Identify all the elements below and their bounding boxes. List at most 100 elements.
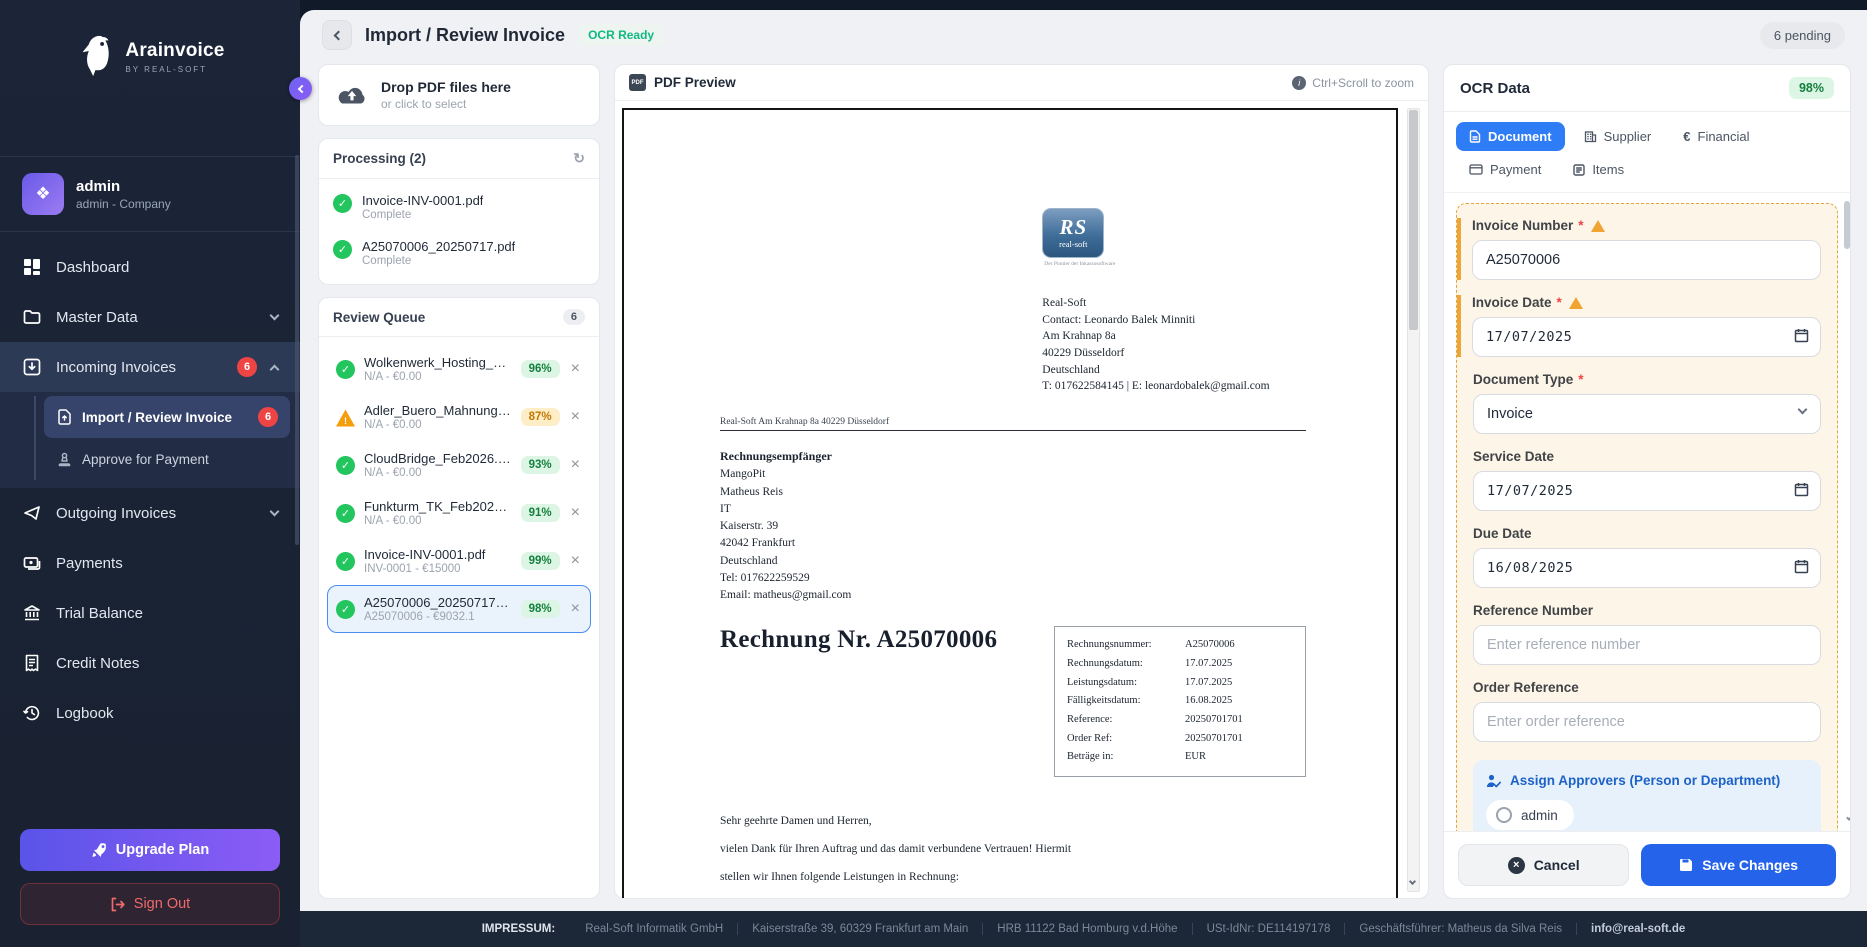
queue-item[interactable]: ✓ Invoice-INV-0001.pdf INV-0001 - €15000… — [327, 537, 591, 585]
refresh-icon[interactable]: ↻ — [573, 150, 585, 167]
file-meta: INV-0001 - €15000 — [364, 563, 512, 575]
processing-item: ✓ A25070006_20250717.pdf Complete — [319, 230, 599, 276]
check-icon: ✓ — [336, 600, 355, 619]
field-label: Invoice Number — [1472, 218, 1573, 233]
queue-item-selected[interactable]: ✓ A25070006_20250717.pdf A25070006 - €90… — [327, 585, 591, 633]
file-name: Adler_Buero_Mahnung.pdf — [364, 403, 512, 418]
credit-card-icon — [1469, 164, 1483, 175]
sidebar-item-credit-notes[interactable]: Credit Notes — [0, 638, 300, 688]
sidebar-item-label: Dashboard — [56, 259, 278, 276]
close-icon[interactable]: × — [569, 360, 582, 378]
sidebar-scrollbar[interactable] — [295, 155, 299, 545]
document-form: Invoice Number* Invoice Date* Document — [1456, 203, 1838, 831]
queue-item[interactable]: ✓ CloudBridge_Feb2026.pdf N/A - €0.00 93… — [327, 441, 591, 489]
queue-item[interactable]: ✓ Wolkenwerk_Hosting_Feb... N/A - €0.00 … — [327, 345, 591, 393]
pdf-dropzone[interactable]: Drop PDF files here or click to select — [318, 64, 600, 126]
calendar-icon[interactable] — [1794, 328, 1809, 343]
file-name: Invoice-INV-0001.pdf — [362, 193, 483, 208]
tab-supplier[interactable]: Supplier — [1571, 122, 1665, 151]
sidebar-item-import-review-invoice[interactable]: Import / Review Invoice 6 — [44, 396, 290, 438]
sidebar-item-trial-balance[interactable]: Trial Balance — [0, 588, 300, 638]
check-icon: ✓ — [336, 504, 355, 523]
invoice-date-input[interactable] — [1472, 317, 1821, 357]
footer-segment: Real-Soft Informatik GmbH — [571, 923, 737, 935]
approver-option-admin[interactable]: admin — [1486, 800, 1574, 830]
sidebar-nav: Dashboard Master Data Incoming Invoices … — [0, 232, 300, 815]
footer-segment: USt-IdNr: DE114197178 — [1192, 923, 1345, 935]
preview-scrollbar[interactable] — [1407, 108, 1420, 892]
back-button[interactable] — [322, 20, 352, 50]
chevron-down-icon — [270, 507, 280, 517]
file-name: Wolkenwerk_Hosting_Feb... — [364, 355, 512, 370]
file-meta: N/A - €0.00 — [364, 419, 512, 431]
chevron-down-icon — [270, 311, 280, 321]
ocr-form-scroll[interactable]: Invoice Number* Invoice Date* Document — [1444, 193, 1850, 831]
logo-tagline: Der Pionier der Inkassosoftware — [1044, 261, 1282, 267]
brand-name: Arainvoice — [125, 40, 224, 62]
sidebar-item-logbook[interactable]: Logbook — [0, 688, 300, 738]
ocr-confidence-badge: 98% — [1789, 77, 1834, 99]
file-status: Complete — [362, 255, 515, 267]
tab-financial[interactable]: € Financial — [1670, 122, 1762, 151]
avatar: ❖ — [22, 173, 64, 215]
save-changes-button[interactable]: Save Changes — [1641, 844, 1836, 886]
reference-number-input[interactable] — [1473, 625, 1821, 665]
calendar-icon[interactable] — [1794, 482, 1809, 497]
review-queue-panel: Review Queue 6 ✓ Wolkenwerk_Hosting_Feb.… — [318, 297, 600, 899]
invoice-number-field: Invoice Number* — [1457, 218, 1821, 280]
sign-out-button[interactable]: Sign Out — [20, 883, 280, 925]
upgrade-plan-label: Upgrade Plan — [116, 842, 209, 858]
sidebar-item-approve-for-payment[interactable]: Approve for Payment — [44, 438, 290, 480]
footer-email[interactable]: info@real-soft.de — [1576, 923, 1699, 935]
invoice-info-box: Rechnungsnummer:A25070006 Rechnungsdatum… — [1054, 626, 1306, 777]
tab-payment[interactable]: Payment — [1456, 155, 1554, 184]
user-card[interactable]: ❖ admin admin - Company — [0, 157, 300, 232]
check-icon: ✓ — [336, 552, 355, 571]
ocr-scrollbar[interactable] — [1844, 199, 1850, 825]
order-reference-input[interactable] — [1473, 702, 1821, 742]
close-icon[interactable]: × — [569, 600, 582, 618]
invoice-number-input[interactable] — [1472, 240, 1821, 280]
building-icon — [1584, 130, 1597, 143]
inbox-download-icon — [22, 357, 42, 377]
close-icon[interactable]: × — [569, 504, 582, 522]
sidebar-collapse-button[interactable] — [289, 77, 312, 100]
queue-item[interactable]: ! Adler_Buero_Mahnung.pdf N/A - €0.00 87… — [327, 393, 591, 441]
due-date-input[interactable] — [1473, 548, 1821, 588]
document-type-select[interactable] — [1473, 394, 1821, 434]
sidebar-item-incoming-invoices[interactable]: Incoming Invoices 6 — [0, 342, 300, 392]
document-type-field: Document Type* — [1473, 372, 1821, 434]
sidebar-item-payments[interactable]: Payments — [0, 538, 300, 588]
ocr-data-panel: OCR Data 98% Document Supplier € Financi… — [1443, 64, 1851, 899]
check-icon: ✓ — [336, 360, 355, 379]
cloud-upload-icon — [335, 83, 369, 107]
tab-document[interactable]: Document — [1456, 122, 1565, 151]
sidebar-item-outgoing-invoices[interactable]: Outgoing Invoices — [0, 488, 300, 538]
upgrade-plan-button[interactable]: Upgrade Plan — [20, 829, 280, 871]
sidebar-item-dashboard[interactable]: Dashboard — [0, 242, 300, 292]
sidebar-item-master-data[interactable]: Master Data — [0, 292, 300, 342]
tab-label: Financial — [1698, 129, 1750, 144]
queue-item[interactable]: ✓ Funkturm_TK_Feb2026.pdf N/A - €0.00 91… — [327, 489, 591, 537]
confidence-badge: 98% — [521, 600, 560, 618]
warning-icon: ! — [336, 410, 355, 427]
close-icon[interactable]: × — [569, 552, 582, 570]
main-area: Import / Review Invoice OCR Ready 6 pend… — [300, 10, 1867, 947]
pdf-preview-viewport[interactable]: RS real-soft Der Pionier der Inkassosoft… — [615, 101, 1428, 898]
radio-icon[interactable] — [1496, 807, 1512, 823]
calendar-icon[interactable] — [1794, 559, 1809, 574]
warning-icon — [1569, 297, 1583, 309]
sender-return-line: Real-Soft Am Krahnap 8a 40229 Düsseldorf — [720, 417, 1306, 431]
confidence-badge: 96% — [521, 360, 560, 378]
footer-segment: Geschäftsführer: Matheus da Silva Reis — [1344, 923, 1576, 935]
close-icon[interactable]: × — [569, 408, 582, 426]
footer-segment: HRB 11122 Bad Homburg v.d.Höhe — [982, 923, 1191, 935]
check-icon: ✓ — [336, 456, 355, 475]
cancel-button[interactable]: × Cancel — [1458, 844, 1629, 886]
service-date-input[interactable] — [1473, 471, 1821, 511]
sidebar-item-label: Incoming Invoices — [56, 359, 223, 376]
user-name: admin — [76, 178, 171, 195]
close-icon[interactable]: × — [569, 456, 582, 474]
tab-items[interactable]: Items — [1560, 155, 1637, 184]
pdf-preview-panel: PDF PDF Preview i Ctrl+Scroll to zoom RS — [614, 64, 1429, 899]
